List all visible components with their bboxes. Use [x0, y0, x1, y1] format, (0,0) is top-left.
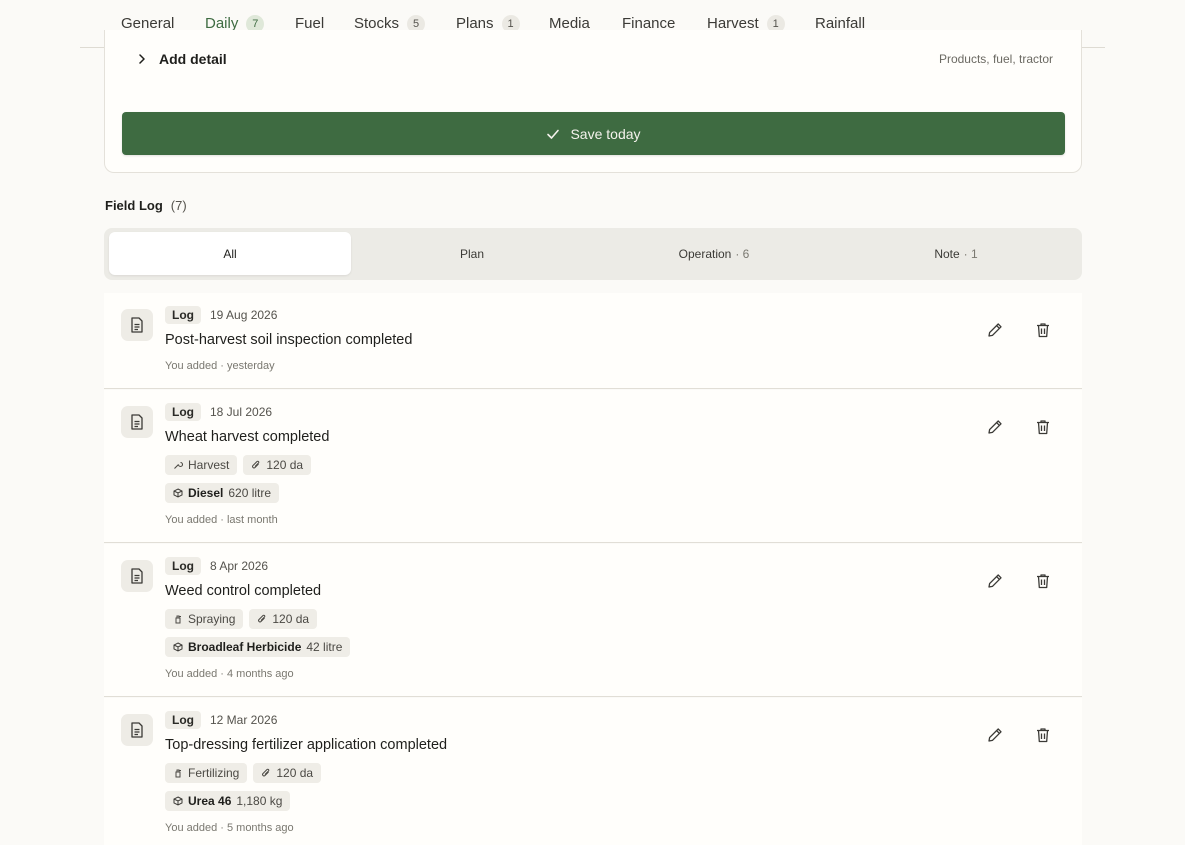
edit-button[interactable] — [986, 572, 1004, 590]
entry-products: Broadleaf Herbicide 42 litre — [165, 637, 351, 657]
pencil-icon — [988, 323, 1002, 337]
field-log-heading: Field Log (7) — [105, 198, 187, 213]
product-name: Diesel — [188, 486, 224, 500]
product-quantity: 1,180 kg — [236, 794, 283, 808]
product-chip: Broadleaf Herbicide 42 litre — [165, 637, 351, 657]
package-icon — [173, 642, 183, 652]
edit-button[interactable] — [986, 418, 1004, 436]
field-log-title: Field Log — [105, 198, 163, 213]
entry-type-badge: Log — [165, 403, 201, 421]
delete-button[interactable] — [1034, 572, 1052, 590]
package-icon — [173, 488, 183, 498]
entry-title: Wheat harvest completed — [165, 429, 330, 445]
filter-count: · 6 — [735, 246, 750, 261]
operation-chip: Fertilizing — [165, 763, 248, 783]
operation-label: Harvest — [188, 458, 230, 472]
delete-button[interactable] — [1034, 418, 1052, 436]
log-entry: Log 8 Apr 2026 Weed control completed Spr… — [104, 544, 1082, 697]
area-label: 120 da — [276, 766, 314, 780]
paperclip-icon — [262, 768, 270, 777]
entry-type-badge: Log — [165, 306, 201, 324]
filter-count: · 1 — [963, 246, 978, 261]
entry-added-by: You added · 4 months ago — [165, 668, 294, 680]
filter-plan[interactable]: Plan — [351, 232, 593, 275]
entry-date: 12 Mar 2026 — [210, 713, 278, 727]
document-icon — [121, 406, 153, 438]
product-name: Broadleaf Herbicide — [188, 640, 302, 654]
edit-button[interactable] — [986, 726, 1004, 744]
filter-label: All — [223, 246, 237, 261]
entry-date: 8 Apr 2026 — [210, 559, 269, 573]
save-today-button[interactable]: Save today — [122, 112, 1065, 155]
product-name: Urea 46 — [188, 794, 232, 808]
edit-button[interactable] — [986, 321, 1004, 339]
chevron-right-icon — [139, 54, 145, 64]
delete-button[interactable] — [1034, 321, 1052, 339]
check-icon — [547, 129, 560, 139]
entry-title: Top-dressing fertilizer application comp… — [165, 737, 448, 753]
spray-bottle-icon — [175, 615, 181, 624]
entry-date: 18 Jul 2026 — [210, 405, 273, 419]
filter-label: Plan — [459, 246, 485, 261]
operation-label: Fertilizing — [188, 766, 240, 780]
pencil-icon — [988, 574, 1002, 588]
area-label: 120 da — [272, 612, 310, 626]
daily-form-card: Add detail Products, fuel, tractor Save … — [104, 30, 1082, 173]
package-icon — [173, 796, 183, 806]
document-icon — [121, 309, 153, 341]
entry-products: Diesel 620 litre — [165, 483, 280, 503]
field-log-count: (7) — [170, 198, 187, 213]
trash-icon — [1037, 323, 1049, 338]
area-label: 120 da — [266, 458, 304, 472]
product-chip: Urea 46 1,180 kg — [165, 791, 291, 811]
trash-icon — [1037, 420, 1049, 435]
entry-added-by: You added · yesterday — [165, 360, 275, 372]
entry-tags: Fertilizing 120 da — [165, 763, 322, 783]
entry-added-by: You added · 5 months ago — [165, 822, 294, 834]
trash-icon — [1037, 728, 1049, 743]
add-detail-label: Add detail — [159, 51, 227, 67]
entry-added-by: You added · last month — [165, 514, 278, 526]
delete-button[interactable] — [1034, 726, 1052, 744]
entry-products: Urea 46 1,180 kg — [165, 791, 291, 811]
filter-operation[interactable]: Operation · 6 — [593, 232, 835, 275]
filter-all[interactable]: All — [109, 232, 351, 275]
wrench-icon — [174, 461, 183, 469]
filter-label: Operation — [678, 246, 732, 261]
entry-title: Post-harvest soil inspection completed — [165, 332, 413, 348]
pencil-icon — [988, 728, 1002, 742]
add-detail-hint: Products, fuel, tractor — [938, 52, 1053, 66]
log-entry: Log 19 Aug 2026 Post-harvest soil inspect… — [104, 293, 1082, 389]
operation-chip: Harvest — [165, 455, 238, 475]
log-entry: Log 18 Jul 2026 Wheat harvest completed H… — [104, 390, 1082, 543]
add-detail-toggle[interactable]: Add detail — [137, 51, 227, 67]
spray-bottle-icon — [175, 769, 181, 778]
entry-tags: Harvest 120 da — [165, 455, 312, 475]
pencil-icon — [988, 420, 1002, 434]
paperclip-icon — [258, 614, 266, 623]
entry-type-badge: Log — [165, 711, 201, 729]
log-filter-segmented-control: All Plan Operation · 6 Note · 1 — [104, 228, 1082, 280]
filter-note[interactable]: Note · 1 — [835, 232, 1077, 275]
log-entry: Log 12 Mar 2026 Top-dressing fertilizer a… — [104, 698, 1082, 845]
entry-title: Weed control completed — [165, 583, 322, 599]
product-quantity: 42 litre — [306, 640, 343, 654]
entry-tags: Spraying 120 da — [165, 609, 318, 629]
document-icon — [121, 714, 153, 746]
product-chip: Diesel 620 litre — [165, 483, 280, 503]
entry-date: 19 Aug 2026 — [210, 308, 278, 322]
save-button-label: Save today — [570, 125, 641, 142]
area-chip: 120 da — [243, 455, 312, 475]
entry-type-badge: Log — [165, 557, 201, 575]
operation-chip: Spraying — [165, 609, 244, 629]
filter-label: Note — [934, 246, 960, 261]
paperclip-icon — [252, 460, 260, 469]
area-chip: 120 da — [253, 763, 322, 783]
product-quantity: 620 litre — [228, 486, 272, 500]
area-chip: 120 da — [249, 609, 318, 629]
document-icon — [121, 560, 153, 592]
trash-icon — [1037, 574, 1049, 589]
operation-label: Spraying — [188, 612, 236, 626]
